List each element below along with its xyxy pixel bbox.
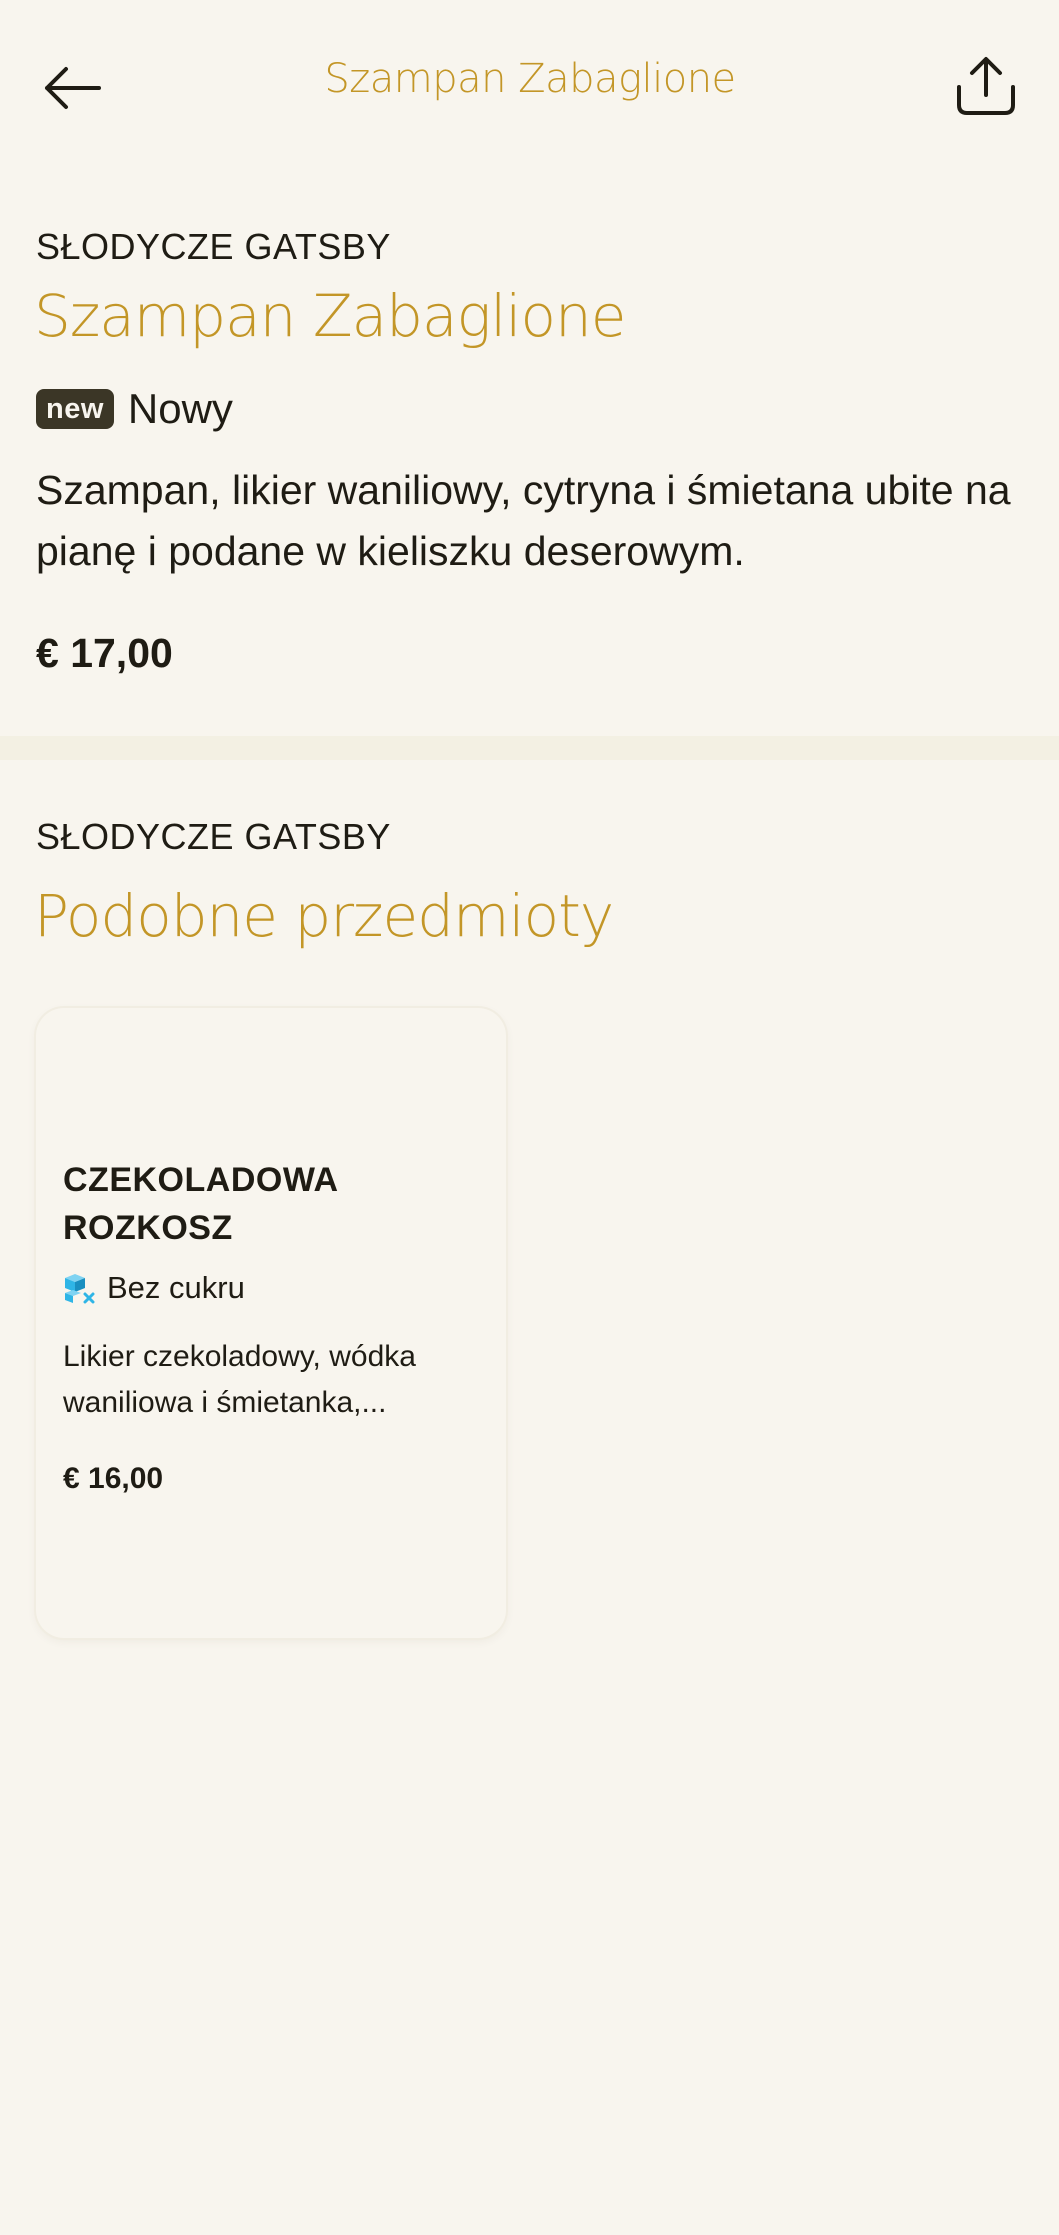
- share-upload-icon: [957, 57, 1015, 115]
- new-badge-label: Nowy: [127, 385, 233, 432]
- top-bar: Szampan Zabaglione: [0, 0, 1059, 170]
- product-details: SŁODYCZE GATSBY Szampan Zabaglione new N…: [0, 170, 1059, 736]
- page-title: Szampan Zabaglione: [324, 56, 736, 102]
- sugar-free-icon: [65, 1274, 95, 1304]
- similar-item-price: € 16,00: [63, 1462, 164, 1495]
- similar-item-card[interactable]: CZEKOLADOWA ROZKOSZ Bez cukru Likier cze…: [36, 1008, 506, 1638]
- product-name: Szampan Zabaglione: [34, 282, 626, 350]
- similar-category: SŁODYCZE GATSBY: [36, 816, 391, 857]
- similar-item-description: Likier czekoladowy, wódka waniliowa i śm…: [63, 1340, 416, 1419]
- badge-row: new Nowy: [36, 384, 233, 434]
- similar-items-section: SŁODYCZE GATSBY Podobne przedmioty CZEKO…: [0, 760, 1059, 2235]
- product-category: SŁODYCZE GATSBY: [36, 226, 391, 267]
- new-badge: new: [36, 389, 114, 429]
- arrow-left-icon: [45, 67, 101, 109]
- similar-item-tag: Bez cukru: [63, 1268, 245, 1308]
- share-button[interactable]: [948, 46, 1024, 126]
- similar-heading: Podobne przedmioty: [34, 882, 614, 950]
- similar-item-name: CZEKOLADOWA ROZKOSZ: [63, 1161, 338, 1247]
- back-button[interactable]: [36, 52, 108, 124]
- product-description: Szampan, likier waniliowy, cytryna i śmi…: [36, 467, 1011, 574]
- product-price: € 17,00: [36, 630, 173, 676]
- section-divider: [0, 736, 1059, 760]
- similar-item-tag-label: Bez cukru: [107, 1270, 245, 1305]
